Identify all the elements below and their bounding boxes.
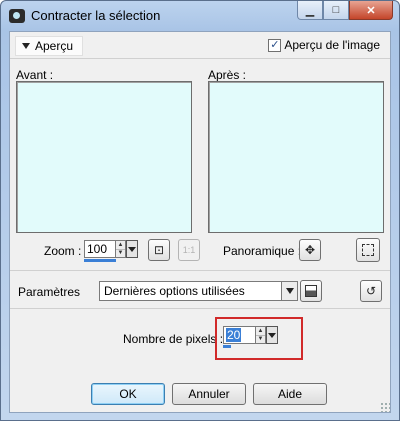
chevron-down-icon [268,332,276,338]
pan-button[interactable]: ✥ [299,239,321,261]
maximize-button[interactable]: □ [323,1,349,20]
pan-label: Panoramique : [223,244,302,258]
reset-button[interactable]: ↺ [360,280,382,302]
presets-label: Paramètres [18,285,81,299]
help-button[interactable]: Aide [253,383,327,405]
image-preview-checkbox[interactable]: ✓ [268,38,282,52]
close-button[interactable]: ✕ [349,1,393,20]
collapse-arrow-icon [22,43,30,49]
zoom-fit-button[interactable]: ⊡ [148,239,170,261]
pixel-count-input[interactable]: 20 [223,326,256,344]
zoom-fit-icon: ⊡ [153,243,165,257]
presets-dropdown-arrow[interactable] [281,282,297,300]
image-preview-option[interactable]: ✓ Aperçu de l'image [268,38,380,52]
close-icon: ✕ [366,4,376,17]
title-bar[interactable]: Contracter la sélection ▁ □ ✕ [1,1,399,31]
pixel-count-value: 20 [226,328,242,342]
minimize-button[interactable]: ▁ [297,1,323,20]
pixel-count-slider-bar[interactable] [223,345,231,348]
cancel-button[interactable]: Annuler [172,383,246,405]
preview-toggle-button[interactable]: Aperçu [15,36,83,56]
move-icon: ✥ [304,243,316,257]
zoom-slider-bar[interactable] [84,259,116,262]
actual-size-button[interactable]: 1:1 [178,239,200,261]
caption-buttons: ▁ □ ✕ [297,1,393,20]
before-preview-pane[interactable] [16,81,192,233]
before-label: Avant : [16,68,54,82]
dialog-body: Aperçu ✓ Aperçu de l'image Avant : Après… [9,31,391,413]
ok-button[interactable]: OK [91,383,165,405]
pixel-count-control: 20 ▲ ▼ [223,326,278,344]
divider [10,58,390,59]
preview-toggle-label: Aperçu [35,39,74,53]
zoom-dropdown-button[interactable] [126,240,138,258]
actual-size-icon: 1:1 [182,245,196,255]
marquee-icon [362,244,374,256]
save-preset-button[interactable] [300,280,322,302]
maximize-icon: □ [332,4,340,16]
spin-up-icon[interactable]: ▲ [256,327,265,335]
spin-down-icon[interactable]: ▼ [116,248,125,258]
save-icon [305,285,317,297]
image-preview-label: Aperçu de l'image [284,38,380,52]
window-title: Contracter la sélection [31,8,161,23]
resize-grip[interactable] [380,402,390,412]
dialog-window: Contracter la sélection ▁ □ ✕ Aperçu ✓ A… [0,0,400,421]
reset-icon: ↺ [365,284,377,298]
zoom-spinner[interactable]: ▲ ▼ [116,240,126,258]
zoom-label: Zoom : [44,244,82,258]
chevron-down-icon [128,246,136,252]
divider [10,308,390,309]
zoom-input[interactable]: 100 [84,240,116,258]
after-label: Après : [208,68,247,82]
pixel-count-dropdown-button[interactable] [266,326,278,344]
chevron-down-icon [285,288,294,294]
after-preview-pane[interactable] [208,81,384,233]
presets-select[interactable]: Dernières options utilisées [99,281,298,301]
divider [10,270,390,271]
marquee-button[interactable] [356,238,380,262]
spin-down-icon[interactable]: ▼ [256,334,265,344]
presets-selected-value: Dernières options utilisées [104,284,245,298]
pixel-count-spinner[interactable]: ▲ ▼ [256,326,266,344]
zoom-control: 100 ▲ ▼ [84,240,138,258]
spin-up-icon[interactable]: ▲ [116,241,125,249]
pixel-count-label: Nombre de pixels : [123,332,224,346]
minimize-icon: ▁ [305,4,315,17]
app-camera-icon [9,9,25,23]
